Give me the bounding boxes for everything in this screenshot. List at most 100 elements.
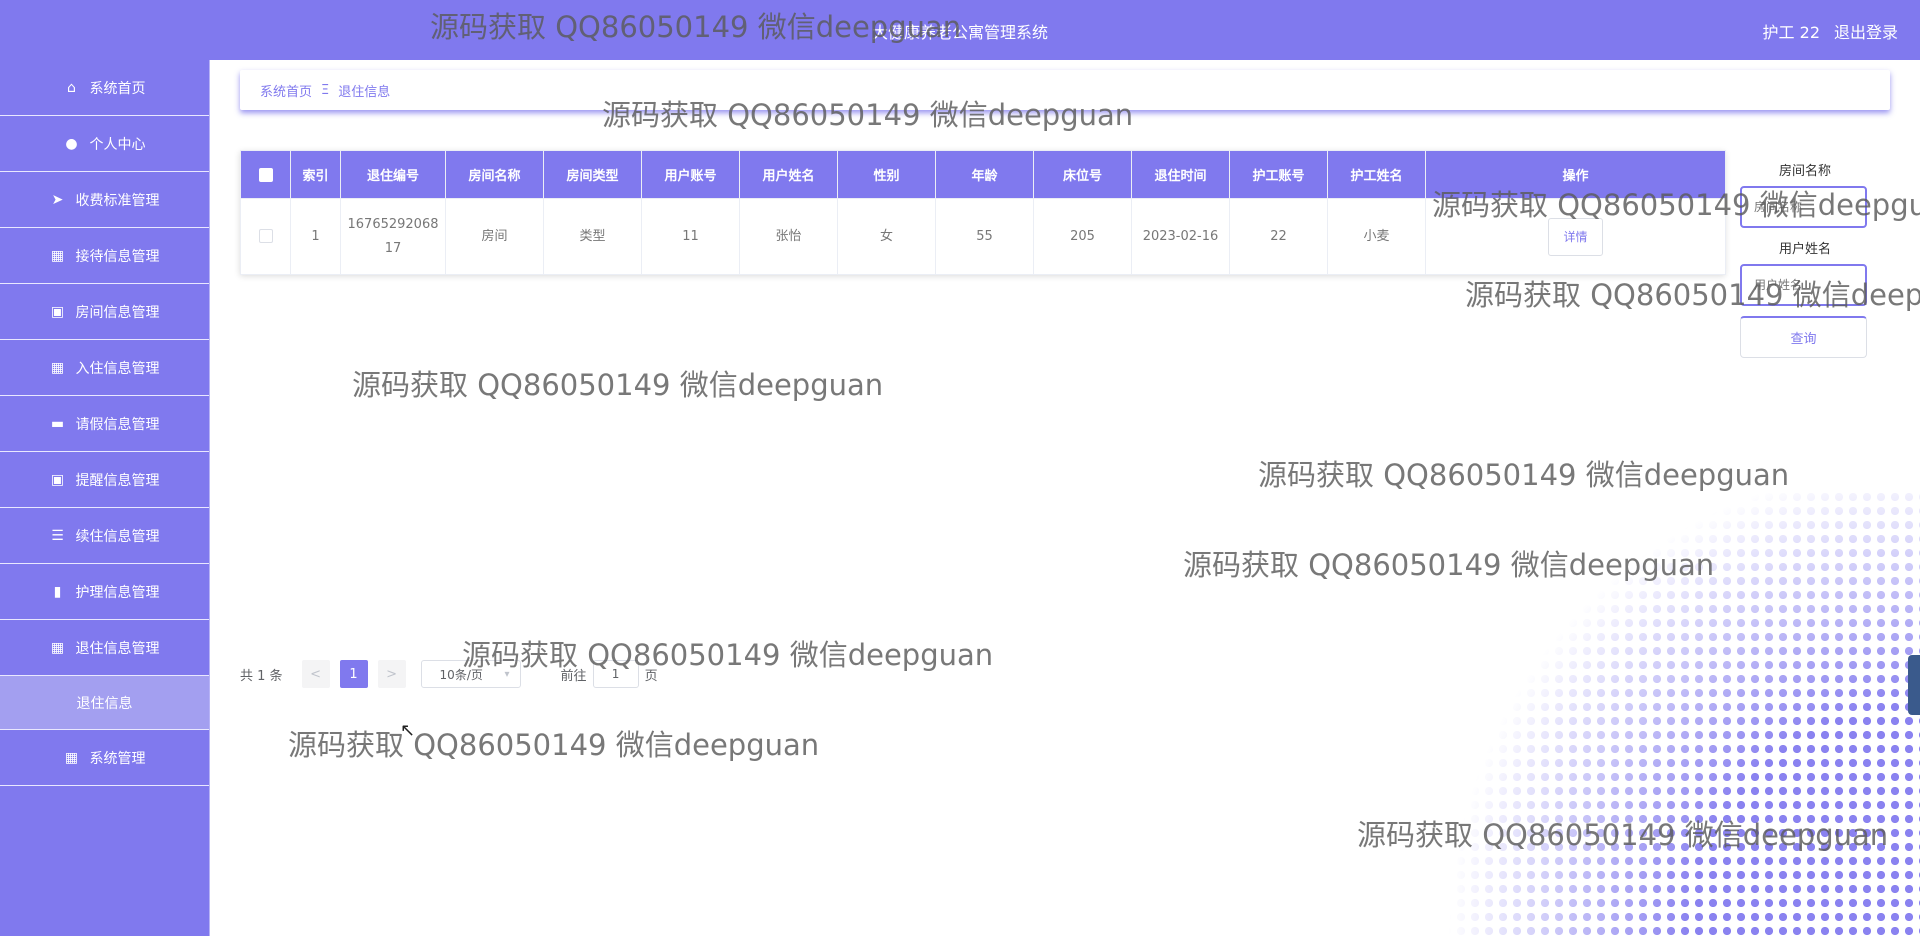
sidebar-subitem-checkout-info[interactable]: 退住信息: [0, 676, 209, 730]
sidebar-item-leave[interactable]: ▬ 请假信息管理: [0, 396, 209, 452]
cell-user-account: 11: [641, 198, 740, 275]
user-name-input[interactable]: [1740, 264, 1867, 306]
column-header: 用户姓名: [739, 150, 838, 199]
sidebar-item-label: 护理信息管理: [75, 584, 160, 601]
sidebar-item-label: 房间信息管理: [75, 304, 160, 321]
system-title: 大健康养老公寓管理系统: [871, 23, 1048, 42]
sidebar-item-reminder[interactable]: ▣ 提醒信息管理: [0, 452, 209, 508]
chevron-down-icon: ▾: [504, 668, 510, 680]
current-user: 护工 22: [1762, 23, 1820, 42]
table-header-row: 索引 退住编号 房间名称 房间类型 用户账号 用户姓名 性别 年龄 床位号 退住…: [240, 150, 1726, 199]
top-header: 大健康养老公寓管理系统 护工 22 退出登录: [0, 0, 1920, 60]
sidebar-item-checkin[interactable]: ▦ 入住信息管理: [0, 340, 209, 396]
page-size-select[interactable]: 10条/页 ▾: [420, 660, 521, 688]
column-header: 操作: [1425, 150, 1726, 199]
mouse-cursor-icon: ↖: [400, 720, 416, 741]
page-jump-input[interactable]: 1: [592, 660, 639, 688]
breadcrumb-current: 退住信息: [338, 84, 391, 100]
cell-gender: 女: [837, 198, 936, 275]
cell-bed: 205: [1033, 198, 1132, 275]
breadcrumb: 系统首页 Ξ 退住信息: [240, 70, 1890, 110]
page-suffix: 页: [644, 668, 658, 684]
grid-icon: ▦: [50, 359, 65, 376]
detail-button[interactable]: 详情: [1548, 217, 1603, 256]
page-size-value: 10条/页: [439, 667, 483, 682]
cell-index: 1: [290, 198, 341, 275]
column-header: 退住编号: [340, 150, 446, 199]
select-all-header[interactable]: [240, 150, 291, 199]
grid-icon: ▦: [50, 247, 65, 264]
row-select-cell[interactable]: [240, 198, 291, 275]
watermark-text: 源码获取 QQ86050149 微信deepguan: [352, 368, 884, 402]
sidebar-item-extension[interactable]: ☰ 续住信息管理: [0, 508, 209, 564]
column-header: 年龄: [935, 150, 1034, 199]
sidebar-item-label: 续住信息管理: [75, 528, 160, 545]
cell-room-type: 类型: [543, 198, 642, 275]
cell-nurse-account: 22: [1229, 198, 1328, 275]
paper-plane-icon: ➤: [51, 191, 64, 208]
sidebar-item-label: 系统管理: [89, 750, 146, 767]
briefcase-icon: ▬: [50, 415, 65, 432]
grid-icon: ▦: [64, 749, 79, 766]
cell-user-name: 张怡: [739, 198, 838, 275]
cell-number: 1676529206817: [340, 198, 446, 275]
side-float-tab[interactable]: [1908, 655, 1920, 715]
cell-age: 55: [935, 198, 1034, 275]
pagination: 共 1 条 < 1 > 10条/页 ▾ 前往 1 页: [240, 660, 658, 688]
breadcrumb-home[interactable]: 系统首页: [260, 81, 312, 100]
cell-actions: 详情: [1425, 198, 1726, 275]
column-header: 退住时间: [1131, 150, 1230, 199]
sidebar-item-profile[interactable]: ● 个人中心: [0, 116, 209, 172]
user-icon: ●: [65, 135, 78, 152]
page-number-button[interactable]: 1: [339, 660, 368, 688]
home-icon: ⌂: [67, 79, 76, 96]
sidebar-subitem-label: 退住信息: [76, 695, 133, 712]
checkout-table: 索引 退住编号 房间名称 房间类型 用户账号 用户姓名 性别 年龄 床位号 退住…: [240, 150, 1726, 275]
table-row: 1 1676529206817 房间 类型 11 张怡 女 55 205 202…: [240, 198, 1726, 275]
sidebar-item-checkout[interactable]: ▦ 退住信息管理: [0, 620, 209, 676]
list-icon: ☰: [51, 527, 64, 544]
sidebar-item-label: 收费标准管理: [75, 192, 160, 209]
pagination-total: 共 1 条: [240, 668, 283, 684]
goto-label: 前往: [560, 668, 587, 684]
sidebar-item-label: 提醒信息管理: [75, 472, 160, 489]
sidebar-item-system[interactable]: ▦ 系统管理: [0, 730, 209, 786]
room-name-input[interactable]: [1740, 186, 1867, 228]
sidebar-item-room[interactable]: ▣ 房间信息管理: [0, 284, 209, 340]
watermark-text: 源码获取 QQ86050149 微信deepguan: [1258, 458, 1790, 492]
sidebar-item-label: 退住信息管理: [75, 640, 160, 657]
sidebar-item-label: 请假信息管理: [75, 416, 160, 433]
prev-page-button[interactable]: <: [301, 660, 330, 688]
row-checkbox[interactable]: [258, 229, 273, 243]
column-header: 房间类型: [543, 150, 642, 199]
cell-checkout-time: 2023-02-16: [1131, 198, 1230, 275]
column-header: 房间名称: [445, 150, 544, 199]
column-header: 用户账号: [641, 150, 740, 199]
column-header: 索引: [290, 150, 341, 199]
sidebar-item-label: 系统首页: [89, 80, 146, 97]
watermark-text: 源码获取 QQ86050149 微信deepguan: [288, 728, 820, 762]
logout-link[interactable]: 退出登录: [1834, 19, 1898, 43]
sidebar-item-nursing[interactable]: ▮ 护理信息管理: [0, 564, 209, 620]
sidebar-item-fee-standard[interactable]: ➤ 收费标准管理: [0, 172, 209, 228]
clipboard-icon: ▣: [50, 303, 65, 320]
cell-room-name: 房间: [445, 198, 544, 275]
cell-nurse-name: 小麦: [1327, 198, 1426, 275]
column-header: 性别: [837, 150, 936, 199]
search-panel: 房间名称 用户姓名 查询: [1740, 160, 1870, 358]
column-header: 护工姓名: [1327, 150, 1426, 199]
sidebar-item-reception[interactable]: ▦ 接待信息管理: [0, 228, 209, 284]
breadcrumb-separator-icon: Ξ: [321, 82, 330, 98]
next-page-button[interactable]: >: [377, 660, 406, 688]
clipboard-icon: ▣: [50, 471, 65, 488]
column-header: 床位号: [1033, 150, 1132, 199]
search-button[interactable]: 查询: [1740, 316, 1867, 358]
column-header: 护工账号: [1229, 150, 1328, 199]
sidebar-item-label: 个人中心: [89, 136, 146, 153]
select-all-checkbox[interactable]: [258, 167, 273, 182]
sidebar-item-home[interactable]: ⌂ 系统首页: [0, 60, 209, 116]
decorative-dot-pattern: [1440, 490, 1920, 936]
chart-icon: ▮: [53, 583, 62, 600]
room-name-label: 房间名称: [1778, 164, 1831, 179]
sidebar: ⌂ 系统首页 ● 个人中心 ➤ 收费标准管理 ▦ 接待信息管理 ▣ 房间信息管理…: [0, 60, 210, 936]
